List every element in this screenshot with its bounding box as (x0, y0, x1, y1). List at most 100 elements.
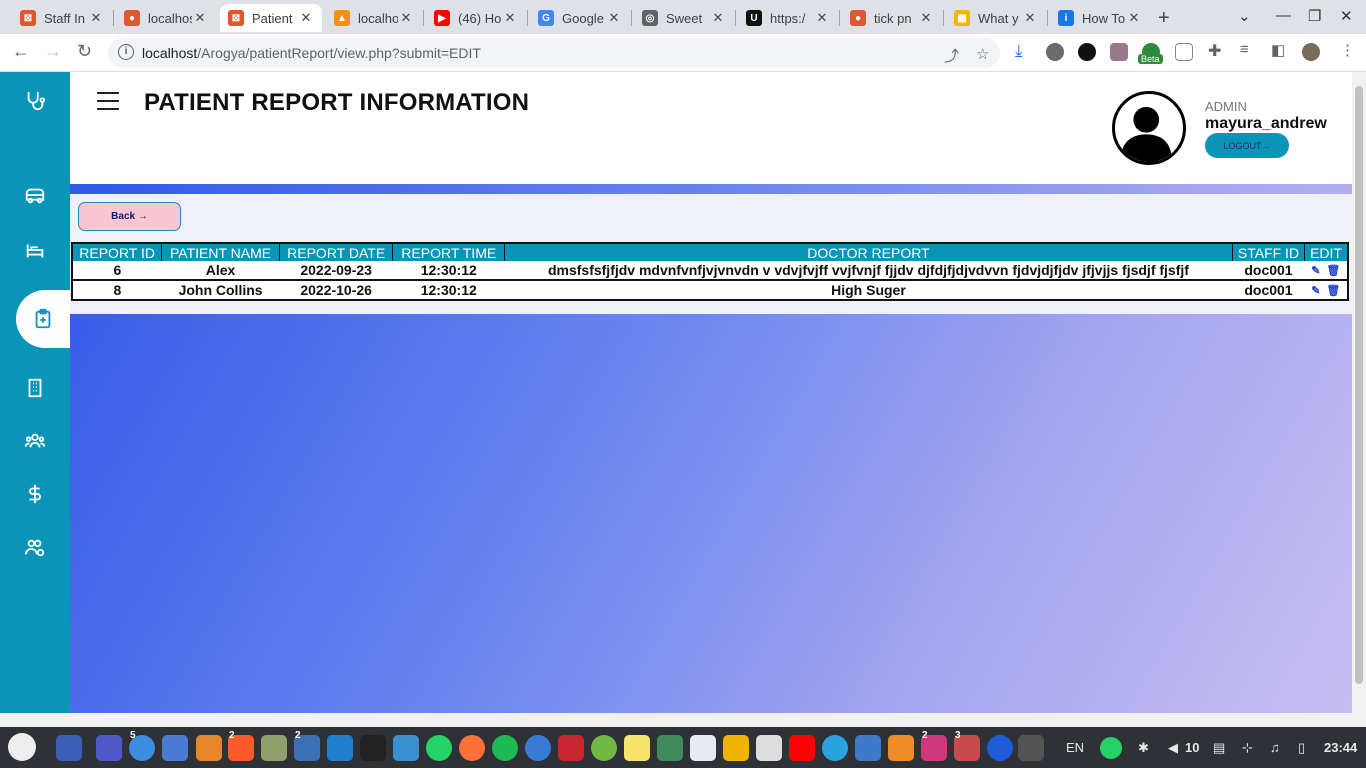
whatsapp-icon[interactable] (426, 735, 452, 761)
browser-tab[interactable]: ● tick pn ✕ (842, 4, 942, 32)
edit-icon[interactable]: ✎ (1311, 284, 1320, 297)
whatsapp-tray-icon[interactable] (1100, 737, 1122, 759)
close-icon[interactable]: ✕ (606, 10, 622, 26)
monitor-icon[interactable] (393, 735, 419, 761)
back-button[interactable]: Back → (78, 202, 181, 231)
download-icon[interactable]: ⤓ (1015, 41, 1023, 61)
image-editor-icon[interactable] (261, 735, 287, 761)
close-icon[interactable]: ✕ (398, 10, 414, 26)
vertical-scrollbar[interactable] (1352, 72, 1366, 713)
firefox-icon[interactable] (459, 735, 485, 761)
files-icon[interactable] (162, 735, 188, 761)
music-tray-icon[interactable]: ♫ (1270, 740, 1280, 755)
restore-icon[interactable]: ❐ (1308, 7, 1321, 25)
scrollbar-thumb[interactable] (1355, 86, 1363, 684)
close-icon[interactable]: ✕ (814, 10, 830, 26)
volume-icon[interactable]: ◀ (1168, 740, 1178, 756)
address-bar[interactable]: i localhost/Arogya/patientReport/view.ph… (108, 38, 1000, 68)
telegram-icon[interactable] (822, 735, 848, 761)
sidebar-item-settings[interactable] (0, 523, 70, 573)
sidebar-item-departments[interactable] (0, 363, 70, 413)
close-icon[interactable]: ✕ (502, 10, 518, 26)
close-icon[interactable]: ✕ (298, 10, 314, 26)
sidebar-item-patient-report[interactable] (16, 290, 70, 348)
browser-tab[interactable]: ◎ Sweet ✕ (634, 4, 734, 32)
sidebar-item-ambulance[interactable] (0, 171, 70, 221)
menu-dots-icon[interactable]: ⋮ (1340, 41, 1355, 59)
browser-tab-active[interactable]: ⊠ Patient ✕ (220, 4, 322, 32)
forward-arrow-icon[interactable]: → (44, 41, 62, 62)
close-icon[interactable]: ✕ (192, 10, 208, 26)
zotero-icon[interactable] (558, 735, 584, 761)
show-desktop-icon[interactable] (56, 735, 82, 761)
calc-icon[interactable] (591, 735, 617, 761)
delete-icon[interactable]: 🗑 (1326, 264, 1340, 277)
bluetooth-tray-icon[interactable]: ✱ (1138, 740, 1149, 756)
clock[interactable]: 23:44 (1324, 740, 1357, 755)
spotify-icon[interactable] (492, 735, 518, 761)
table-header-row: REPORT ID PATIENT NAME REPORT DATE REPOR… (72, 243, 1349, 261)
close-icon[interactable]: ✕ (88, 10, 104, 26)
network-app-icon[interactable] (888, 735, 914, 761)
window-close-icon[interactable]: ✕ (1340, 7, 1353, 25)
minimize-icon[interactable]: — (1276, 7, 1291, 24)
browser-tab[interactable]: i How To ✕ (1050, 4, 1150, 32)
close-icon[interactable]: ✕ (710, 10, 726, 26)
sidebar-item-dashboard[interactable] (0, 76, 70, 126)
terminal-icon[interactable] (360, 735, 386, 761)
settings-icon[interactable] (1018, 735, 1044, 761)
close-icon[interactable]: ✕ (918, 10, 934, 26)
browser-tab[interactable]: ⊠ Staff In ✕ (12, 4, 112, 32)
browser-tab[interactable]: ● localhost ✕ (116, 4, 216, 32)
profile-avatar[interactable] (1302, 43, 1320, 61)
url-text[interactable]: localhost/Arogya/patientReport/view.php?… (142, 45, 481, 61)
browser-tab[interactable]: ▲ localhost ✕ (326, 4, 422, 32)
bluetooth-app-icon[interactable] (987, 735, 1013, 761)
logout-button[interactable]: LOGOUT→ (1205, 133, 1289, 158)
sticky-notes-icon[interactable] (624, 735, 650, 761)
hamburger-menu-icon[interactable] (97, 92, 119, 110)
site-info-icon[interactable]: i (118, 44, 134, 60)
blank-file-icon[interactable] (756, 735, 782, 761)
extension-doc-icon[interactable] (1175, 43, 1193, 61)
browser-tab[interactable]: ▦ What y ✕ (946, 4, 1046, 32)
sidebar-item-beds[interactable] (0, 225, 70, 275)
close-icon[interactable]: ✕ (1126, 10, 1142, 26)
keyboard-layout[interactable]: EN (1066, 740, 1084, 755)
filezilla-icon[interactable] (723, 735, 749, 761)
close-icon[interactable]: ✕ (1022, 10, 1038, 26)
bookmark-star-icon[interactable]: ☆ (976, 45, 989, 63)
network-tray-icon[interactable]: ⊹ (1242, 740, 1253, 756)
edit-icon[interactable]: ✎ (1311, 264, 1320, 277)
teams-icon[interactable] (96, 735, 122, 761)
extension-gear-icon[interactable] (1046, 43, 1064, 61)
back-arrow-icon[interactable]: ← (12, 41, 30, 62)
extension-ink-icon[interactable] (1078, 43, 1096, 61)
side-panel-icon[interactable]: ◧ (1271, 41, 1285, 59)
extensions-puzzle-icon[interactable]: ✚ (1208, 41, 1221, 61)
youtube-app-icon[interactable] (789, 735, 815, 761)
horizontal-scrollbar[interactable] (0, 713, 1366, 727)
browser-tab[interactable]: ▶ (46) Ho ✕ (426, 4, 526, 32)
start-menu-icon[interactable] (8, 733, 36, 761)
sublime-icon[interactable] (196, 735, 222, 761)
sidebar-item-billing[interactable] (0, 469, 70, 519)
sidebar-item-staff[interactable] (0, 416, 70, 466)
media-control-icon[interactable]: ≡ (1240, 41, 1249, 58)
layers-icon[interactable] (657, 735, 683, 761)
reload-icon[interactable]: ↻ (77, 41, 92, 62)
battery-tray-icon[interactable]: ▯ (1298, 740, 1305, 756)
column-header: REPORT DATE (279, 243, 394, 261)
clipboard-tray-icon[interactable]: ▤ (1213, 740, 1225, 756)
signal-icon[interactable] (525, 735, 551, 761)
extension-bug-icon[interactable] (1110, 43, 1128, 61)
share-icon[interactable]: ⤴ (944, 45, 959, 66)
tab-search-icon[interactable]: ⌄ (1238, 7, 1251, 25)
browser-tab[interactable]: U https:/ ✕ (738, 4, 838, 32)
document-icon[interactable] (690, 735, 716, 761)
vscode-icon[interactable] (327, 735, 353, 761)
screenshot-icon[interactable] (855, 735, 881, 761)
browser-tab[interactable]: G Google ✕ (530, 4, 630, 32)
delete-icon[interactable]: 🗑 (1326, 284, 1340, 297)
new-tab-button[interactable]: + (1158, 7, 1170, 30)
